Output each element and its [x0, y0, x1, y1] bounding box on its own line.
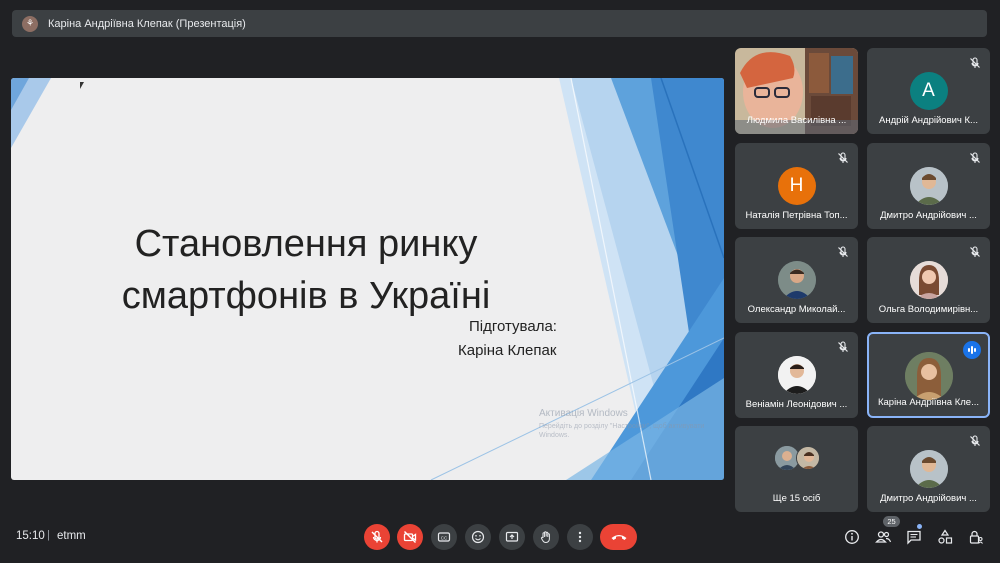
windows-watermark-title: Активація Windows [539, 408, 628, 419]
participant-name: Наталія Петрівна Топ... [745, 210, 848, 221]
participant-name: Дмитро Андрійович ... [880, 493, 977, 504]
mic-off-icon [838, 152, 848, 163]
participant-photo [909, 167, 948, 205]
participant-tile[interactable]: Н Наталія Петрівна Топ... [735, 143, 858, 229]
more-vertical-icon [578, 531, 582, 543]
more-options-button[interactable] [567, 524, 593, 550]
more-participants-tile[interactable]: Ще 15 осіб [735, 426, 858, 512]
mic-off-icon [838, 341, 848, 352]
mic-off-icon [371, 530, 383, 543]
participant-tile[interactable]: Людмила Василівна ... [735, 48, 858, 134]
presentation-title: Каріна Андріївна Клепак (Презентація) [48, 17, 246, 30]
raise-hand-icon [540, 531, 550, 544]
mic-off-icon [970, 246, 980, 257]
host-controls-button[interactable] [966, 527, 986, 547]
mic-off-icon [970, 57, 980, 68]
mouse-cursor-icon [80, 82, 84, 89]
slide-author: Каріна Клепак [458, 342, 557, 359]
closed-captions-icon: CC [437, 532, 451, 542]
info-icon [845, 530, 859, 544]
participant-avatar: Н [777, 167, 816, 205]
slide-title-line-2: смартфонів в Україні [121, 275, 491, 318]
svg-text:CC: CC [441, 535, 448, 540]
more-participants-label: Ще 15 осіб [772, 493, 821, 504]
reactions-button[interactable] [465, 524, 491, 550]
meeting-details-button[interactable] [842, 527, 862, 547]
lock-person-icon [969, 530, 983, 544]
present-screen-icon [505, 531, 519, 542]
hang-up-icon [611, 535, 626, 540]
meeting-code: etmm [57, 530, 86, 542]
participant-avatar: A [909, 72, 948, 110]
present-screen-button[interactable] [499, 524, 525, 550]
participant-photo [796, 446, 820, 470]
participant-tile[interactable]: Веніамін Леонідович ... [735, 332, 858, 418]
participant-count-badge: 25 [883, 516, 900, 527]
participant-tile-active-speaker[interactable]: Каріна Андріївна Кле... [867, 332, 990, 418]
leave-call-button[interactable] [600, 524, 637, 550]
participant-name: Каріна Андріївна Кле... [877, 397, 980, 408]
participant-photo [904, 352, 953, 400]
speaking-indicator-icon [963, 341, 981, 359]
participant-photo [777, 356, 816, 394]
bottom-toolbar: 15:10 | etmm CC 25 [0, 516, 1000, 558]
people-icon [874, 531, 891, 543]
meeting-time: 15:10 [16, 530, 45, 542]
participant-name: Веніамін Леонідович ... [745, 399, 848, 410]
activities-shapes-icon [938, 529, 953, 544]
presenter-avatar-icon: ⚘ [22, 15, 38, 32]
participant-photo [777, 261, 816, 299]
mic-off-icon [970, 152, 980, 163]
participant-tile[interactable]: Дмитро Андрійович ... [867, 143, 990, 229]
slide-prepared-label: Підготувала: [469, 318, 557, 335]
mic-off-icon [838, 246, 848, 257]
captions-button[interactable]: CC [431, 524, 457, 550]
mic-off-icon [970, 435, 980, 446]
slide-title: Становлення ринку смартфонів в Україні [71, 218, 541, 323]
raise-hand-button[interactable] [533, 524, 559, 550]
people-button[interactable] [873, 527, 893, 547]
participant-tile[interactable]: Олександр Миколай... [735, 237, 858, 323]
shared-slide: Становлення ринку смартфонів в Україні П… [11, 78, 724, 480]
separator: | [47, 529, 50, 541]
toggle-mic-button[interactable] [364, 524, 390, 550]
activities-button[interactable] [935, 527, 955, 547]
participant-tile[interactable]: A Андрій Андрійович К... [867, 48, 990, 134]
participant-name: Ольга Володимирівн... [878, 304, 979, 315]
participant-tile[interactable]: Ольга Володимирівн... [867, 237, 990, 323]
toggle-camera-button[interactable] [397, 524, 423, 550]
participant-tile[interactable]: Дмитро Андрійович ... [867, 426, 990, 512]
participant-name: Олександр Миколай... [747, 304, 846, 315]
participant-name: Дмитро Андрійович ... [880, 210, 977, 221]
chat-button[interactable] [904, 527, 924, 547]
chat-icon [907, 530, 921, 545]
participant-name: Андрій Андрійович К... [879, 115, 978, 126]
presentation-bar: ⚘ Каріна Андріївна Клепак (Презентація) [12, 10, 987, 37]
windows-watermark-text: Перейдіть до розділу "Настройки", щоб ак… [539, 423, 705, 440]
participant-name: Людмила Василівна ... [746, 115, 847, 126]
slide-title-line-1: Становлення ринку [134, 223, 478, 265]
participant-photo [909, 450, 948, 488]
emoji-icon [471, 530, 485, 544]
participant-photo [909, 261, 948, 299]
camera-off-icon [403, 531, 417, 543]
